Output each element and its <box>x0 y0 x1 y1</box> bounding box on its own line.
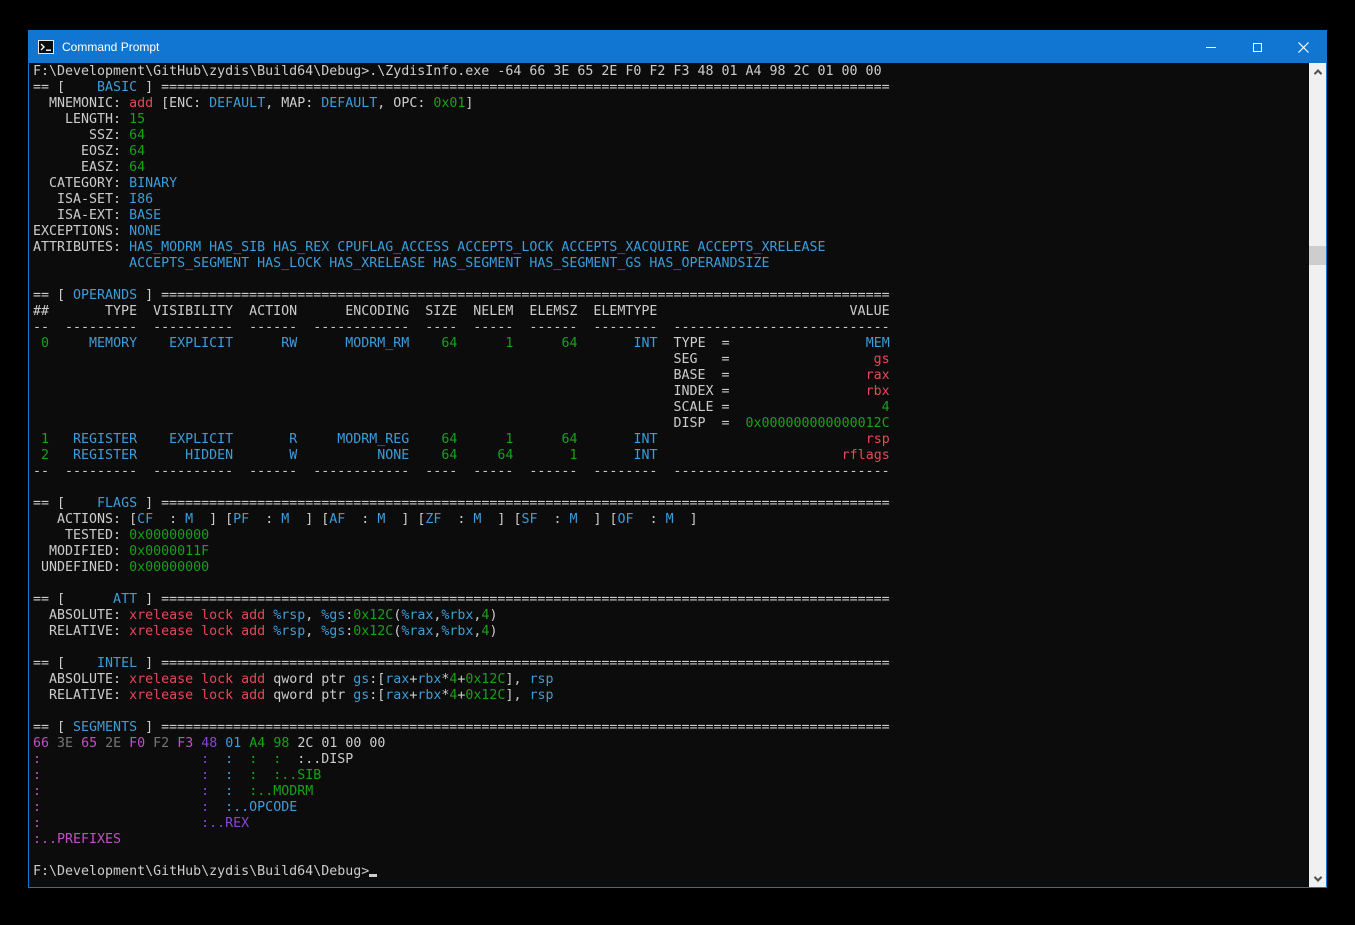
terminal-line: 0 MEMORY EXPLICIT RW MODRM_RM 64 1 64 IN… <box>33 336 1309 352</box>
window-title: Command Prompt <box>62 40 1188 54</box>
terminal-line: -- --------- ---------- ------ ---------… <box>33 320 1309 336</box>
terminal-line <box>33 848 1309 864</box>
terminal-line: ## TYPE VISIBILITY ACTION ENCODING SIZE … <box>33 304 1309 320</box>
terminal-line: == [ OPERANDS ] ========================… <box>33 288 1309 304</box>
terminal-line <box>33 640 1309 656</box>
terminal-line: : : : : :..SIB <box>33 768 1309 784</box>
minimize-button[interactable] <box>1188 31 1234 63</box>
terminal-line: SEG = gs <box>33 352 1309 368</box>
terminal-line: :..PREFIXES <box>33 832 1309 848</box>
terminal-line: F:\Development\GitHub\zydis\Build64\Debu… <box>33 864 1309 880</box>
terminal-line: : :..REX <box>33 816 1309 832</box>
terminal-line: : : :..OPCODE <box>33 800 1309 816</box>
terminal-line: 66 3E 65 2E F0 F2 F3 48 01 A4 98 2C 01 0… <box>33 736 1309 752</box>
terminal-line: F:\Development\GitHub\zydis\Build64\Debu… <box>33 64 1309 80</box>
terminal-line: 2 REGISTER HIDDEN W NONE 64 64 1 INT rfl… <box>33 448 1309 464</box>
terminal-line: -- --------- ---------- ------ ---------… <box>33 464 1309 480</box>
chevron-up-icon <box>1313 69 1321 77</box>
scroll-down-button[interactable] <box>1309 870 1326 887</box>
terminal-line: EOSZ: 64 <box>33 144 1309 160</box>
minimize-icon <box>1206 47 1216 48</box>
terminal-output[interactable]: F:\Development\GitHub\zydis\Build64\Debu… <box>29 63 1309 887</box>
terminal-line: CATEGORY: BINARY <box>33 176 1309 192</box>
close-button[interactable] <box>1280 31 1326 63</box>
terminal-line: ABSOLUTE: xrelease lock add %rsp, %gs:0x… <box>33 608 1309 624</box>
terminal-line: == [ FLAGS ] ===========================… <box>33 496 1309 512</box>
terminal-line: == [ BASIC ] ===========================… <box>33 80 1309 96</box>
terminal-line: RELATIVE: xrelease lock add qword ptr gs… <box>33 688 1309 704</box>
terminal-line: UNDEFINED: 0x00000000 <box>33 560 1309 576</box>
terminal-line: : : : :..MODRM <box>33 784 1309 800</box>
terminal-line: EXCEPTIONS: NONE <box>33 224 1309 240</box>
maximize-button[interactable] <box>1234 31 1280 63</box>
titlebar[interactable]: Command Prompt <box>29 31 1326 63</box>
window-controls <box>1188 31 1326 63</box>
command-prompt-window: Command Prompt F:\Development\GitHub\zyd… <box>28 30 1327 888</box>
scroll-up-button[interactable] <box>1309 63 1326 80</box>
terminal-line <box>33 480 1309 496</box>
terminal-line <box>33 704 1309 720</box>
scrollbar[interactable] <box>1309 63 1326 887</box>
terminal-line <box>33 576 1309 592</box>
cmd-icon <box>38 40 54 54</box>
terminal-line: == [ INTEL ] ===========================… <box>33 656 1309 672</box>
terminal-line: SSZ: 64 <box>33 128 1309 144</box>
terminal-line: ATTRIBUTES: HAS_MODRM HAS_SIB HAS_REX CP… <box>33 240 1309 256</box>
terminal-line <box>33 272 1309 288</box>
terminal-line: ACCEPTS_SEGMENT HAS_LOCK HAS_XRELEASE HA… <box>33 256 1309 272</box>
terminal-line: TESTED: 0x00000000 <box>33 528 1309 544</box>
terminal-line: MNEMONIC: add [ENC: DEFAULT, MAP: DEFAUL… <box>33 96 1309 112</box>
terminal-line: == [ SEGMENTS ] ========================… <box>33 720 1309 736</box>
terminal-line: MODIFIED: 0x0000011F <box>33 544 1309 560</box>
terminal-line: == [ ATT ] =============================… <box>33 592 1309 608</box>
terminal-line: LENGTH: 15 <box>33 112 1309 128</box>
terminal-line: INDEX = rbx <box>33 384 1309 400</box>
terminal-line: SCALE = 4 <box>33 400 1309 416</box>
terminal-line: BASE = rax <box>33 368 1309 384</box>
terminal-line: ACTIONS: [CF : M ] [PF : M ] [AF : M ] [… <box>33 512 1309 528</box>
terminal-line: ABSOLUTE: xrelease lock add qword ptr gs… <box>33 672 1309 688</box>
terminal-line: EASZ: 64 <box>33 160 1309 176</box>
terminal-line: 1 REGISTER EXPLICIT R MODRM_REG 64 1 64 … <box>33 432 1309 448</box>
terminal-line: ISA-SET: I86 <box>33 192 1309 208</box>
terminal-line: : : : : : :..DISP <box>33 752 1309 768</box>
maximize-icon <box>1253 43 1262 52</box>
text-cursor <box>369 874 377 877</box>
terminal-line: ISA-EXT: BASE <box>33 208 1309 224</box>
terminal-line: RELATIVE: xrelease lock add %rsp, %gs:0x… <box>33 624 1309 640</box>
scroll-thumb[interactable] <box>1309 246 1326 265</box>
close-icon <box>1298 42 1309 53</box>
terminal-line: DISP = 0x000000000000012C <box>33 416 1309 432</box>
chevron-down-icon <box>1313 873 1321 881</box>
